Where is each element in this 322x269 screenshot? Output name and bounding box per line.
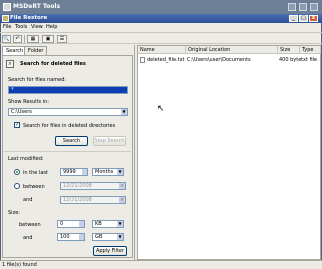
maximize-button[interactable]: □ xyxy=(299,15,308,22)
column-header-size[interactable]: Size xyxy=(278,46,300,54)
stop-search-button[interactable]: Stop Search xyxy=(93,136,126,146)
in-last-radio[interactable] xyxy=(14,169,20,175)
divider xyxy=(4,151,131,152)
chevron-down-icon[interactable]: ▼ xyxy=(117,221,123,227)
search-files-icon: ⌕ xyxy=(6,60,14,68)
chevron-down-icon[interactable]: ▼ xyxy=(121,109,127,115)
text-file-icon xyxy=(140,57,145,63)
menu-view[interactable]: View xyxy=(31,24,43,30)
status-bar: 1 file(s) found xyxy=(0,260,322,269)
in-last-value: 9999 xyxy=(63,169,76,175)
table-row[interactable]: deleted_file.txt C:\Users\user\Documents… xyxy=(138,56,322,65)
row-location: C:\Users\user\Documents xyxy=(187,57,251,63)
search-button[interactable]: Search xyxy=(55,136,88,146)
row-type: txt file xyxy=(301,57,318,63)
properties-icon[interactable]: ☰ xyxy=(57,35,67,43)
close-icon[interactable] xyxy=(310,3,318,11)
undo-icon[interactable]: ↶ xyxy=(13,35,22,43)
row-name: deleted_file.txt xyxy=(147,57,185,63)
close-button[interactable]: x xyxy=(309,15,318,22)
row-size: 400 bytes xyxy=(279,57,301,63)
deleted-dirs-label: Search for files in deleted directories xyxy=(23,123,116,129)
search-icon[interactable]: 🔍 xyxy=(2,35,11,43)
date-to-input[interactable]: 12/21/2008 ▼ xyxy=(60,196,126,204)
window-title-bar: File Restore _ □ x xyxy=(0,14,322,23)
chevron-down-icon[interactable]: ▼ xyxy=(119,183,125,189)
apply-filter-button[interactable]: Apply Filter xyxy=(93,246,127,256)
app-icon xyxy=(3,3,11,11)
size-between-label: between xyxy=(19,222,41,228)
name-label: Search for files named: xyxy=(8,77,67,83)
chevron-down-icon[interactable]: ▼ xyxy=(119,197,125,203)
spinner-icon[interactable] xyxy=(82,169,87,175)
unit-value: Months xyxy=(95,169,114,175)
chevron-down-icon[interactable]: ▼ xyxy=(117,169,123,175)
results-label: Show Results in: xyxy=(8,99,49,105)
between-radio[interactable] xyxy=(14,183,20,189)
results-pane: Name Original Location Size Type deleted… xyxy=(137,45,321,260)
results-dropdown[interactable]: C:\Users ▼ xyxy=(8,108,128,116)
spinner-icon[interactable] xyxy=(79,234,84,240)
chevron-down-icon[interactable]: ▼ xyxy=(117,234,123,240)
size-max-input[interactable]: 100 xyxy=(57,233,85,241)
toolbar-separator xyxy=(24,35,25,43)
name-input[interactable]: * xyxy=(8,86,128,94)
column-header-type[interactable]: Type xyxy=(300,46,321,54)
size-label: Size: xyxy=(8,210,20,216)
menu-tools[interactable]: Tools xyxy=(15,24,27,30)
size-max-unit-dropdown[interactable]: GB ▼ xyxy=(92,233,124,241)
minimize-icon[interactable] xyxy=(288,3,296,11)
size-max-value: 100 xyxy=(60,234,70,240)
minimize-button[interactable]: _ xyxy=(289,15,298,22)
grid-icon[interactable]: ▦ xyxy=(27,35,39,43)
size-and-label: and xyxy=(23,235,33,241)
size-min-input[interactable]: 0 xyxy=(57,220,85,228)
restore-app-icon xyxy=(2,15,9,22)
menu-bar: File Tools View Help xyxy=(0,23,322,31)
size-min-value: 0 xyxy=(60,221,64,227)
size-min-unit-dropdown[interactable]: KB ▼ xyxy=(92,220,124,228)
size-max-unit: GB xyxy=(95,234,103,240)
maximize-icon[interactable] xyxy=(299,3,307,11)
column-header-location[interactable]: Original Location xyxy=(186,46,278,54)
column-header-name[interactable]: Name xyxy=(138,46,186,54)
outer-window-title: MSDeRT Tools xyxy=(13,3,61,10)
in-last-input[interactable]: 9999 xyxy=(60,168,88,176)
status-text: 1 file(s) found xyxy=(2,262,37,268)
deleted-dirs-checkbox[interactable]: ✓ xyxy=(14,122,20,128)
spinner-icon[interactable] xyxy=(79,221,84,227)
in-last-label: in the last xyxy=(23,170,48,176)
unit-dropdown[interactable]: Months ▼ xyxy=(92,168,124,176)
last-modified-label: Last modified: xyxy=(8,156,44,162)
results-value: C:\Users xyxy=(11,109,32,115)
between-label: between xyxy=(23,184,45,190)
toolbar: 🔍 ↶ ▦ ▣ ☰ xyxy=(0,32,322,44)
tab-folder[interactable]: Folder xyxy=(24,46,48,55)
date-from-input[interactable]: 12/21/2008 ▼ xyxy=(60,182,126,190)
window-title: File Restore xyxy=(10,15,48,21)
mouse-cursor-icon: ↖ xyxy=(157,104,165,114)
and-label: and xyxy=(23,197,33,203)
save-icon[interactable]: ▣ xyxy=(42,35,54,43)
panel-header: Search for deleted files xyxy=(20,61,86,67)
date-to-value: 12/21/2008 xyxy=(63,197,92,203)
menu-help[interactable]: Help xyxy=(46,24,57,30)
menu-file[interactable]: File xyxy=(3,24,11,30)
date-from-value: 12/21/2008 xyxy=(63,183,92,189)
outer-title-bar: MSDeRT Tools xyxy=(0,0,322,14)
size-min-unit: KB xyxy=(95,221,102,227)
